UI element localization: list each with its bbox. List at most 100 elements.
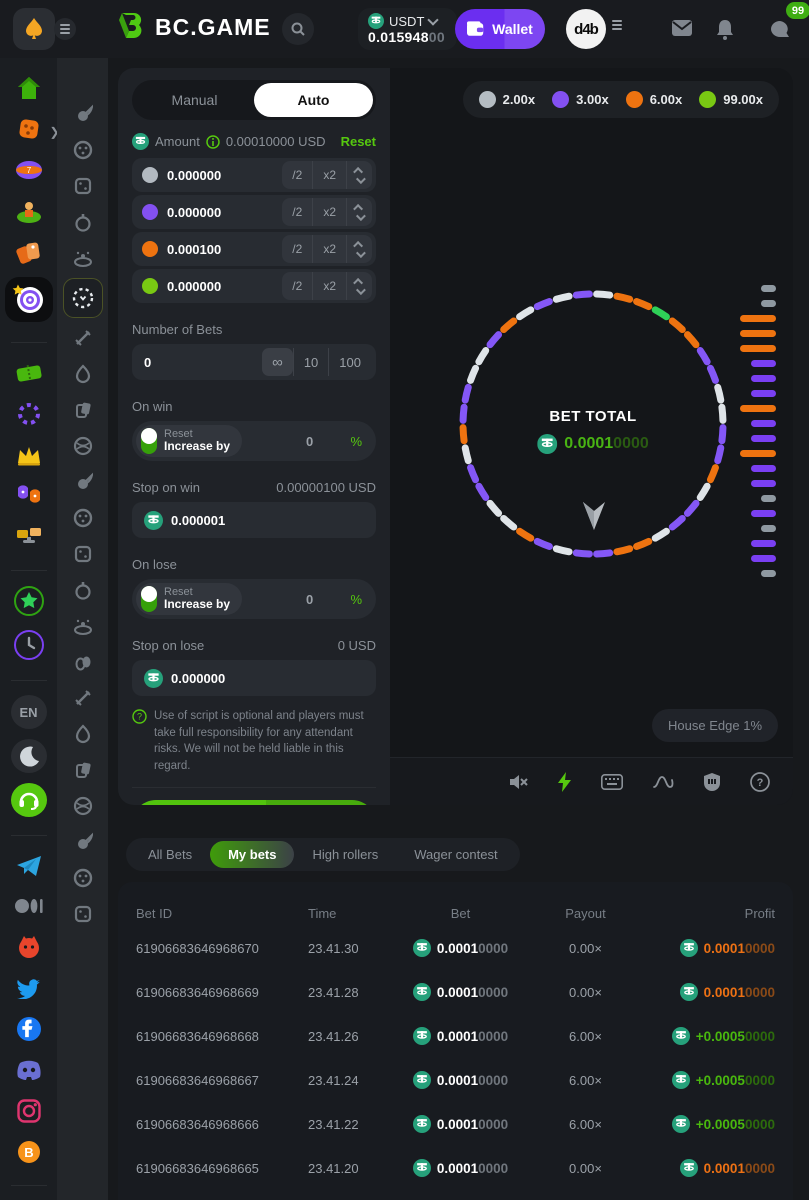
game-nav-item-robot[interactable] <box>63 788 103 824</box>
table-row[interactable]: 6190668364696866523.41.200.000100000.00×… <box>136 1146 775 1190</box>
game-nav-item-spin[interactable] <box>63 896 103 932</box>
game-nav-item-classic-dice[interactable] <box>63 168 103 204</box>
sidebar-item-home[interactable] <box>12 72 46 104</box>
sidebar-item-promotions[interactable] <box>12 236 46 268</box>
tab-high-rollers[interactable]: High rollers <box>294 841 396 868</box>
amount-reset-button[interactable]: Reset <box>341 134 376 149</box>
double-button[interactable]: x2 <box>313 161 347 189</box>
wallet-button[interactable]: Wallet <box>455 9 545 49</box>
mail-button[interactable] <box>672 20 692 37</box>
game-nav-item-cards[interactable] <box>63 716 103 752</box>
game-nav-item-armor[interactable] <box>63 752 103 788</box>
hotkeys-button[interactable] <box>601 774 623 790</box>
sound-muted-button[interactable] <box>508 773 528 791</box>
increment-buttons[interactable] <box>347 241 372 258</box>
half-button[interactable]: /2 <box>282 198 313 226</box>
sidebar-item-ring[interactable] <box>12 398 46 430</box>
info-icon[interactable] <box>206 135 220 149</box>
sidebar-item-recent-clock[interactable] <box>11 628 47 662</box>
sidebar-item-support-headset[interactable] <box>11 783 47 817</box>
bet-amount-row-bet-3x[interactable]: 0.000000/2x2 <box>132 195 376 229</box>
game-nav-item-bomb[interactable] <box>63 204 103 240</box>
table-row[interactable]: 6190668364696866623.41.220.000100006.00×… <box>136 1102 775 1146</box>
fairness-button[interactable] <box>703 772 721 792</box>
bet-amount-row-bet-2x[interactable]: 0.000000/2x2 <box>132 158 376 192</box>
sidebar-item-rewards-star[interactable] <box>11 585 47 619</box>
balance-selector[interactable]: USDT 0.01594800 <box>358 8 457 50</box>
tab-auto[interactable]: Auto <box>254 83 373 117</box>
sidebar-item-theme-moon[interactable] <box>11 739 47 773</box>
on-win-toggle[interactable]: Reset Increase by <box>136 425 242 457</box>
user-avatar[interactable]: d4b <box>566 9 606 49</box>
sidebar-item-twitter[interactable] <box>12 972 46 1004</box>
game-nav-item-mines[interactable] <box>63 240 103 276</box>
game-nav-item-video-poker[interactable] <box>63 464 103 500</box>
toggle-switch-icon[interactable] <box>141 428 157 454</box>
tab-my-bets[interactable]: My bets <box>210 841 294 868</box>
half-button[interactable]: /2 <box>282 161 313 189</box>
half-button[interactable]: /2 <box>282 235 313 263</box>
sidebar-item-instagram[interactable] <box>12 1095 46 1127</box>
infinity-preset-button[interactable]: ∞ <box>262 348 293 376</box>
sidebar-item-vip-crown[interactable] <box>12 439 46 471</box>
chat-button[interactable] <box>770 20 790 40</box>
help-button[interactable]: ? <box>750 772 770 792</box>
sidebar-item-sports[interactable]: 7 <box>12 154 46 186</box>
preset-button-100[interactable]: 100 <box>328 348 371 376</box>
game-nav-item-rocket[interactable] <box>63 644 103 680</box>
game-nav-item-sword[interactable] <box>63 536 103 572</box>
tab-manual[interactable]: Manual <box>135 83 254 117</box>
game-nav-item-crash[interactable] <box>63 96 103 132</box>
sidebar-item-bonus-ticket[interactable] <box>12 357 46 389</box>
game-nav-item-beauty[interactable] <box>63 392 103 428</box>
game-nav-item-plinko[interactable] <box>63 132 103 168</box>
sidebar-item-wheel-game[interactable] <box>5 277 53 322</box>
increment-buttons[interactable] <box>347 278 372 295</box>
table-row[interactable]: 6190668364696867023.41.300.000100000.00×… <box>136 926 775 970</box>
sidebar-item-medium[interactable] <box>12 890 46 922</box>
game-nav-item-eggs[interactable] <box>63 320 103 356</box>
sidebar-item-casino[interactable]: ❯ <box>12 113 46 145</box>
sidebar-item-github[interactable] <box>12 931 46 963</box>
user-menu-button[interactable] <box>612 24 622 26</box>
sidebar-item-chat[interactable] <box>12 480 46 512</box>
search-button[interactable] <box>282 13 314 45</box>
preset-button-10[interactable]: 10 <box>293 348 328 376</box>
sidebar-item-language-en[interactable]: EN <box>11 695 47 729</box>
spade-logo-button[interactable] <box>13 8 55 50</box>
double-button[interactable]: x2 <box>313 235 347 263</box>
turbo-button[interactable] <box>557 772 572 792</box>
trends-button[interactable] <box>652 774 674 790</box>
sidebar-item-discord[interactable] <box>12 1054 46 1086</box>
stop-on-lose-input[interactable]: 0.000000 <box>132 660 376 696</box>
game-nav-item-frame[interactable] <box>63 824 103 860</box>
increment-buttons[interactable] <box>347 167 372 184</box>
sidebar-collapse-button[interactable] <box>54 18 76 40</box>
double-button[interactable]: x2 <box>313 198 347 226</box>
bet-amount-row-bet-6x[interactable]: 0.000100/2x2 <box>132 232 376 266</box>
on-lose-increase-option[interactable]: Increase by <box>164 598 230 612</box>
game-nav-item-ball[interactable] <box>63 428 103 464</box>
game-nav-item-grip[interactable] <box>63 860 103 896</box>
sidebar-item-live-stats[interactable] <box>12 521 46 553</box>
toggle-switch-icon[interactable] <box>141 586 157 612</box>
game-nav-item-wheel[interactable] <box>63 278 103 318</box>
game-nav-item-hilo[interactable] <box>63 608 103 644</box>
number-of-bets-input[interactable]: 0 ∞10100 <box>132 344 376 380</box>
sidebar-item-facebook[interactable] <box>12 1013 46 1045</box>
game-nav-item-amulet[interactable] <box>63 500 103 536</box>
double-button[interactable]: x2 <box>313 272 347 300</box>
table-row[interactable]: 6190668364696866923.41.280.000100000.00×… <box>136 970 775 1014</box>
increment-buttons[interactable] <box>347 204 372 221</box>
sidebar-item-telegram[interactable] <box>12 850 46 882</box>
on-lose-value[interactable]: 0 <box>306 592 313 607</box>
start-auto-bet-button[interactable]: Start Auto Bet <box>132 800 376 805</box>
notifications-button[interactable] <box>716 20 734 40</box>
brand-logo[interactable]: BC.GAME <box>116 11 271 43</box>
table-row[interactable]: 6190668364696866823.41.260.000100006.00×… <box>136 1014 775 1058</box>
sidebar-item-bitcointalk[interactable]: B <box>12 1136 46 1168</box>
sidebar-item-lottery[interactable] <box>12 195 46 227</box>
game-nav-item-cookies[interactable] <box>63 356 103 392</box>
stop-on-win-input[interactable]: 0.000001 <box>132 502 376 538</box>
tab-all-bets[interactable]: All Bets <box>130 841 210 868</box>
